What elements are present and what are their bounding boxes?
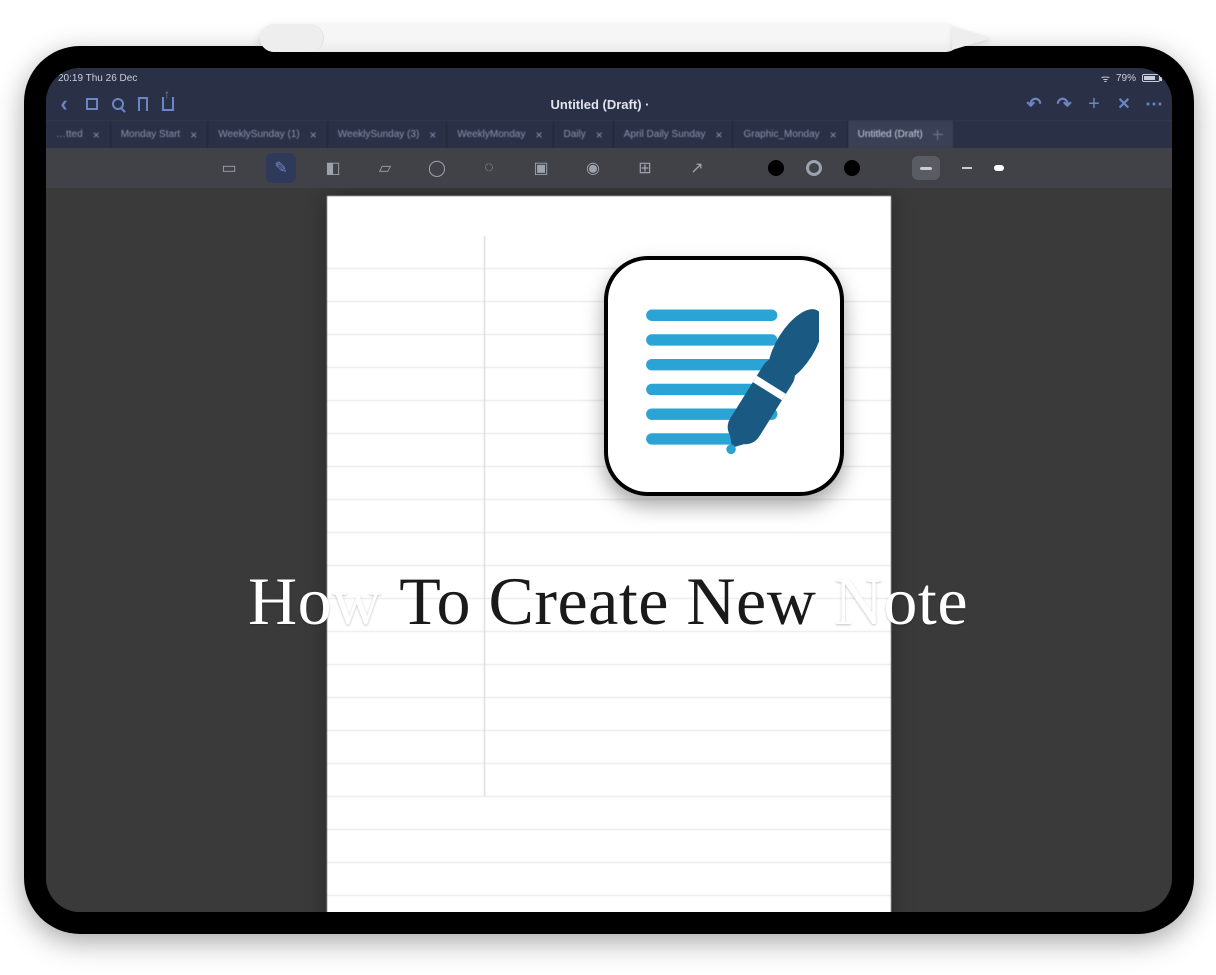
color-swatch-black[interactable] — [768, 160, 784, 176]
battery-percent: 79% — [1116, 73, 1136, 84]
color-swatch-black-2[interactable] — [844, 160, 860, 176]
tab-thumbnail-icon[interactable] — [933, 130, 943, 140]
tab-close-icon[interactable] — [711, 128, 722, 142]
tab-item[interactable]: WeeklySunday (3) — [328, 121, 448, 148]
tab-close-icon[interactable] — [826, 128, 837, 142]
tab-close-icon[interactable] — [306, 128, 317, 142]
bookmark-button[interactable] — [138, 97, 148, 111]
apple-pencil — [260, 14, 980, 62]
document-tabs: …tted Monday Start WeeklySunday (1) Week… — [46, 120, 1172, 148]
battery-icon — [1142, 74, 1160, 82]
shape-tool[interactable]: ◯ — [422, 153, 452, 183]
tab-item[interactable]: Daily — [554, 121, 614, 148]
wifi-icon: ᯤ — [1101, 71, 1110, 85]
tool-row: ▭ ✎ ◧ ▱ ◯ ◌ ▣ ◉ ⊞ ↗ — [46, 148, 1172, 188]
tab-close-icon[interactable] — [531, 128, 542, 142]
tab-close-icon[interactable] — [425, 128, 436, 142]
tab-close-icon[interactable] — [89, 128, 100, 142]
tab-close-icon[interactable] — [592, 128, 603, 142]
image-tool[interactable]: ▣ — [526, 153, 556, 183]
tab-item[interactable]: Monday Start — [111, 121, 209, 148]
undo-button[interactable] — [1026, 96, 1042, 112]
pointer-tool[interactable]: ↗ — [682, 153, 712, 183]
view-mode-tool[interactable]: ▭ — [214, 153, 244, 183]
back-button[interactable] — [56, 96, 72, 112]
add-page-button[interactable] — [1086, 96, 1102, 112]
redo-button[interactable] — [1056, 96, 1072, 112]
tab-item[interactable]: WeeklySunday (1) — [208, 121, 328, 148]
thumbnails-button[interactable] — [86, 98, 98, 110]
ios-status-bar: 20:19 Thu 26 Dec ᯤ 79% — [46, 68, 1172, 88]
status-time: 20:19 Thu 26 Dec — [58, 73, 137, 84]
more-button[interactable] — [1146, 96, 1162, 112]
lasso-tool[interactable]: ◌ — [474, 153, 504, 183]
ipad-screen: 20:19 Thu 26 Dec ᯤ 79% Untitled (Draft) … — [46, 68, 1172, 912]
goodnotes-app-icon — [604, 256, 844, 496]
camera-tool[interactable]: ◉ — [578, 153, 608, 183]
tab-close-icon[interactable] — [186, 128, 197, 142]
tab-item[interactable]: …tted — [46, 121, 111, 148]
ipad-frame: 20:19 Thu 26 Dec ᯤ 79% Untitled (Draft) … — [24, 46, 1194, 934]
highlighter-tool[interactable]: ▱ — [370, 153, 400, 183]
tab-item-active[interactable]: Untitled (Draft) — [848, 121, 954, 148]
stroke-size-medium[interactable] — [912, 156, 940, 180]
stroke-size-thin[interactable] — [962, 167, 972, 169]
textbox-tool[interactable]: ⊞ — [630, 153, 660, 183]
pen-tool[interactable]: ✎ — [266, 153, 296, 183]
goodnotes-icon-svg — [629, 281, 819, 471]
app-titlebar: Untitled (Draft) · — [46, 88, 1172, 120]
close-button[interactable] — [1116, 96, 1132, 112]
document-title[interactable]: Untitled (Draft) · — [551, 97, 650, 112]
tab-item[interactable]: Graphic_Monday — [733, 121, 847, 148]
share-button[interactable] — [162, 97, 174, 111]
search-button[interactable] — [112, 98, 124, 110]
tab-item[interactable]: April Daily Sunday — [614, 121, 734, 148]
color-swatch-ring[interactable] — [806, 160, 822, 176]
tab-item[interactable]: WeeklyMonday — [447, 121, 553, 148]
eraser-tool[interactable]: ◧ — [318, 153, 348, 183]
stroke-size-thick[interactable] — [994, 165, 1004, 171]
